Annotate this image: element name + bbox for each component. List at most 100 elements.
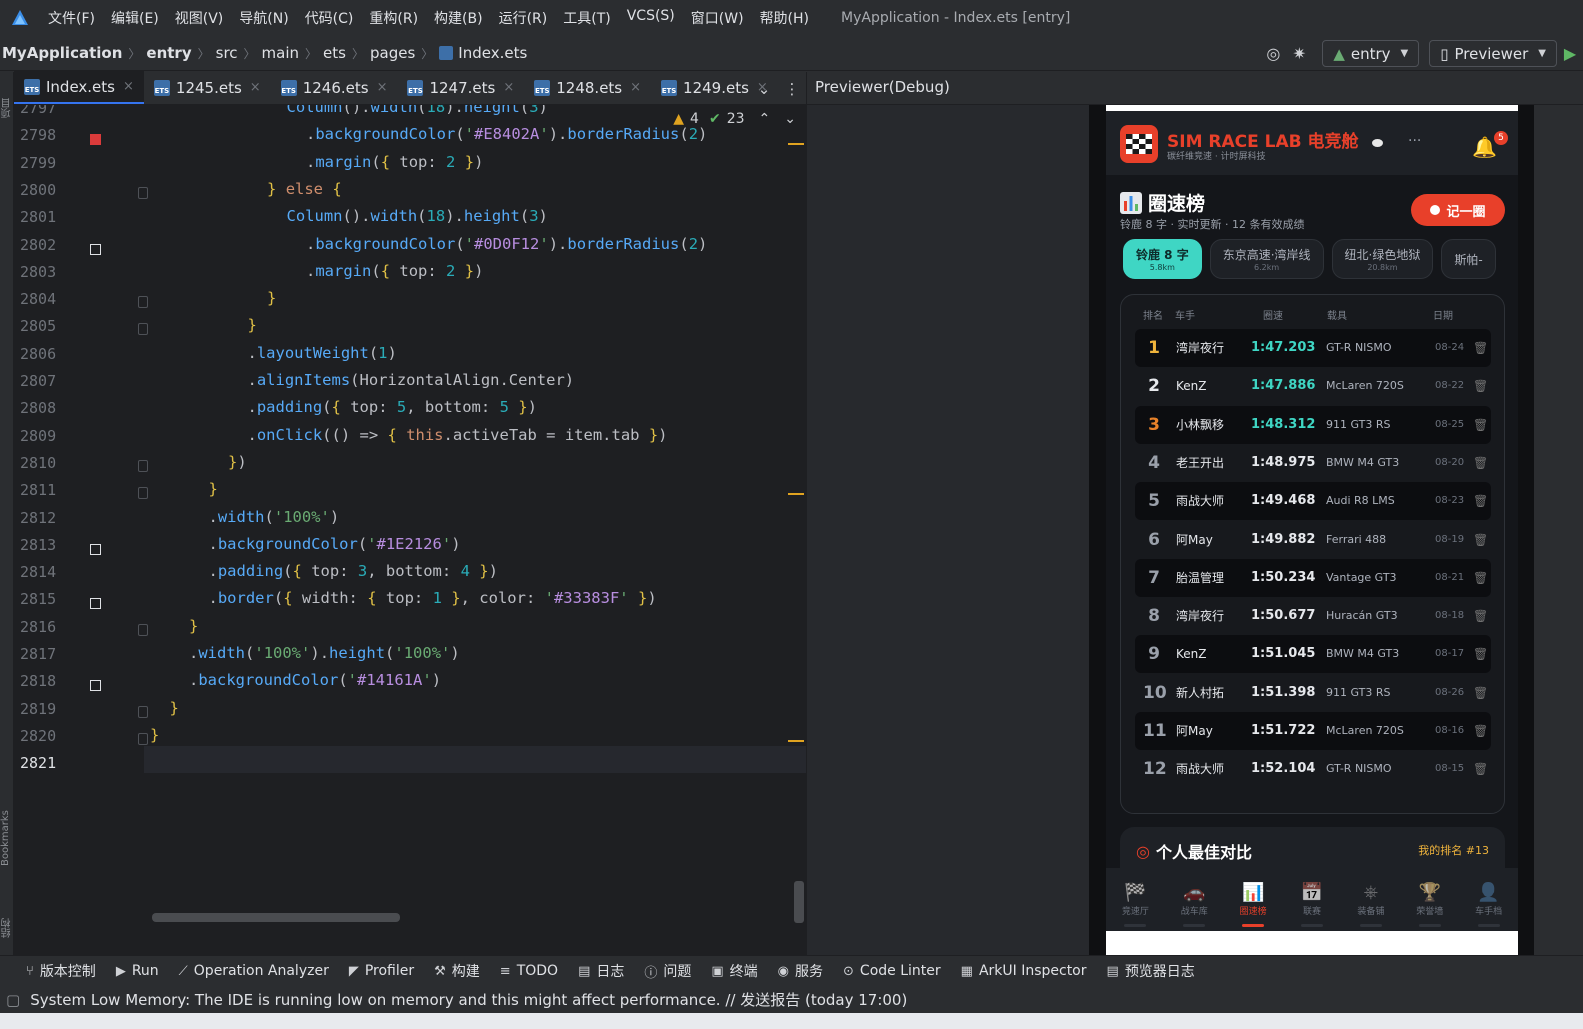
more-icon[interactable]: ··· [1408, 133, 1421, 149]
color-swatch-icon[interactable] [90, 680, 101, 692]
tool-window-button[interactable]: ⊙ Code Linter [833, 963, 951, 979]
color-swatch-icon[interactable] [90, 243, 101, 255]
trash-icon[interactable]: 🗑 [1473, 674, 1488, 712]
editor-tab[interactable]: ETS Index.ets × [14, 71, 144, 104]
target-icon[interactable]: ◎ [1260, 41, 1286, 67]
tool-window-button[interactable]: ◤ Profiler [339, 963, 424, 979]
fold-icon[interactable] [138, 459, 148, 472]
menu-item[interactable]: VCS(S) [619, 8, 683, 28]
tool-window-button[interactable]: ≡ TODO [490, 963, 568, 979]
code-area[interactable]: Column().width(18).height(3) .backgroundC… [150, 105, 790, 955]
trash-icon[interactable]: 🗑 [1473, 635, 1488, 673]
menu-item[interactable]: 文件(F) [40, 8, 103, 28]
code-line[interactable]: } [248, 316, 257, 334]
editor-tab[interactable]: ETS 1245.ets × [144, 71, 271, 104]
bell-icon[interactable]: 🔔 [1472, 135, 1497, 159]
close-icon[interactable]: × [503, 80, 514, 95]
close-icon[interactable]: × [630, 80, 641, 95]
breadcrumb-item[interactable]: Index.ets [458, 44, 527, 62]
menu-item[interactable]: 视图(V) [167, 8, 232, 28]
horizontal-scrollbar-thumb[interactable] [152, 913, 400, 922]
menu-item[interactable]: 导航(N) [231, 8, 296, 28]
menu-item[interactable]: 代码(C) [297, 8, 362, 28]
close-icon[interactable]: × [250, 80, 261, 95]
trash-icon[interactable]: 🗑 [1473, 712, 1488, 750]
track-chip[interactable]: 东京高速·湾岸线 6.2km [1209, 239, 1324, 279]
table-row[interactable]: 5 雨战大师 1:49.468 Audi R8 LMS 08-23 🗑 [1135, 482, 1491, 521]
chevron-up-icon[interactable]: ⌃ [759, 111, 771, 127]
menu-item[interactable]: 编辑(E) [103, 8, 167, 28]
code-line[interactable]: } else { [267, 180, 342, 198]
code-line[interactable]: } [150, 726, 159, 744]
tool-window-button[interactable]: ▣ 终端 [701, 961, 767, 981]
structure-tool-label[interactable]: 结构 [0, 898, 14, 938]
trash-icon[interactable]: 🗑 [1473, 367, 1488, 405]
previewer-select[interactable]: ▯ Previewer ▼ [1429, 40, 1557, 67]
app-tab-2[interactable]: 📊 圈速榜 [1224, 868, 1283, 931]
track-chip[interactable]: 铃鹿 8 字 5.8km [1123, 239, 1202, 279]
code-line[interactable]: .margin({ top: 2 }) [306, 153, 483, 171]
error-stripe[interactable] [788, 105, 806, 955]
run-icon[interactable]: ▶ [1557, 41, 1583, 67]
code-line[interactable]: .backgroundColor('#E8402A').borderRadius… [306, 125, 707, 143]
color-swatch-icon[interactable] [90, 543, 101, 555]
table-row[interactable]: 1 湾岸夜行 1:47.203 GT-R NISMO 08-24 🗑 [1135, 329, 1491, 367]
color-swatch-icon[interactable] [90, 134, 101, 146]
app-tab-6[interactable]: 👤 车手档 [1459, 868, 1518, 931]
code-line[interactable]: } [170, 699, 179, 717]
vertical-scrollbar-thumb[interactable] [794, 881, 804, 923]
tool-window-button[interactable]: ⑂ 版本控制 [0, 961, 106, 981]
app-tab-1[interactable]: 🚗 战车库 [1165, 868, 1224, 931]
trash-icon[interactable]: 🗑 [1473, 482, 1488, 520]
code-line[interactable]: Column().width(18).height(3) [287, 105, 548, 116]
breadcrumb-item[interactable]: MyApplication [2, 44, 122, 62]
code-line[interactable]: .padding({ top: 3, bottom: 4 }) [209, 562, 498, 580]
code-line[interactable]: }) [228, 453, 247, 471]
panel-toggle-icon[interactable]: ▢ [6, 991, 20, 1009]
table-row[interactable]: 9 KenZ 1:51.045 BMW M4 GT3 08-17 🗑 [1135, 635, 1491, 674]
editor-tab[interactable]: ETS 1248.ets × [524, 71, 651, 104]
table-row[interactable]: 3 小林飘移 1:48.312 911 GT3 RS 08-25 🗑 [1135, 405, 1491, 444]
kebab-menu-icon[interactable]: ⋮ [778, 80, 806, 98]
table-row[interactable]: 6 阿May 1:49.882 Ferrari 488 08-19 🗑 [1135, 521, 1491, 559]
warning-marker[interactable] [788, 493, 804, 495]
fold-icon[interactable] [138, 705, 148, 718]
code-line[interactable]: .border({ width: { top: 1 }, color: '#33… [209, 589, 657, 607]
breadcrumb-item[interactable]: entry [146, 44, 191, 62]
code-line[interactable]: .margin({ top: 2 }) [306, 262, 483, 280]
app-tab-4[interactable]: ⎈ 装备铺 [1341, 868, 1400, 931]
menu-item[interactable]: 帮助(H) [752, 8, 817, 28]
tool-window-button[interactable]: ◉ 服务 [768, 961, 833, 981]
warning-marker[interactable] [788, 740, 804, 742]
code-line[interactable]: .padding({ top: 5, bottom: 5 }) [248, 398, 537, 416]
tool-window-button[interactable]: ▤ 预览器日志 [1097, 961, 1205, 981]
track-chip[interactable]: 纽北·绿色地狱 20.8km [1331, 239, 1434, 279]
trash-icon[interactable]: 🗑 [1473, 750, 1488, 788]
app-tab-0[interactable]: 🏁 竞速厅 [1106, 868, 1165, 931]
warning-marker[interactable] [788, 143, 804, 145]
trash-icon[interactable]: 🗑 [1473, 444, 1488, 482]
table-row[interactable]: 4 老王开出 1:48.975 BMW M4 GT3 08-20 🗑 [1135, 444, 1491, 482]
trash-icon[interactable]: 🗑 [1473, 406, 1488, 444]
trash-icon[interactable]: 🗑 [1473, 329, 1488, 367]
tool-window-button[interactable]: ▦ ArkUI Inspector [951, 963, 1097, 979]
fold-icon[interactable] [138, 732, 148, 745]
app-tab-5[interactable]: 🏆 荣誉墙 [1400, 868, 1459, 931]
fold-icon[interactable] [138, 296, 148, 309]
fold-icon[interactable] [138, 623, 148, 636]
device-screen[interactable]: SIM RACE LAB 电竞舱 碳纤维竞速 · 计时屏科技 ··· 🔔 5 圈… [1106, 105, 1518, 955]
trash-icon[interactable]: 🗑 [1473, 597, 1488, 635]
table-row[interactable]: 11 阿May 1:51.722 McLaren 720S 08-16 🗑 [1135, 712, 1491, 750]
code-line[interactable]: .width('100%').height('100%') [189, 644, 460, 662]
breadcrumb-item[interactable]: src [216, 44, 238, 62]
inspection-widget[interactable]: ▲ 4 ✔ 23 ⌃ ⌄ [667, 111, 796, 127]
track-chip[interactable]: 斯帕- [1441, 239, 1496, 279]
table-row[interactable]: 7 胎温管理 1:50.234 Vantage GT3 08-21 🗑 [1135, 558, 1491, 597]
code-line[interactable]: .backgroundColor('#14161A') [189, 671, 441, 689]
tool-window-button[interactable]: ⓘ 问题 [634, 961, 701, 981]
code-line[interactable]: .backgroundColor('#0D0F12').borderRadius… [306, 235, 707, 253]
color-swatch-icon[interactable] [90, 598, 101, 610]
code-line[interactable]: } [209, 480, 218, 498]
code-editor[interactable]: 2797 2798 2799 2800 2801 2802 2803 2804 2805 2806… [14, 105, 806, 955]
tabs-dropdown-icon[interactable]: ⌄ [750, 80, 778, 98]
